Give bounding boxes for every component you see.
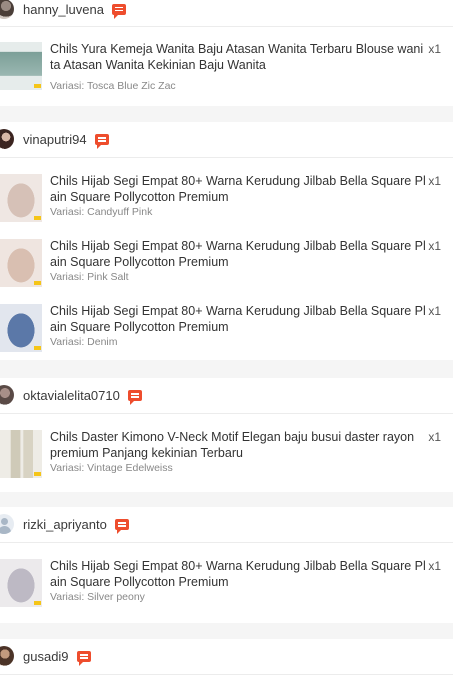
buyer-row: gusadi9	[0, 639, 453, 675]
product-title[interactable]: Chils Hijab Segi Empat 80+ Warna Kerudun…	[50, 239, 430, 270]
buyer-avatar[interactable]	[0, 0, 14, 19]
product-quantity: x1	[428, 239, 441, 253]
product-variant: Variasi: Tosca Blue Zic Zac	[50, 80, 176, 92]
order-card: hanny_luvena Chils Yura Kemeja Wanita Ba…	[0, 0, 453, 106]
product-variant: Variasi: Silver peony	[50, 591, 145, 603]
product-title[interactable]: Chils Daster Kimono V-Neck Motif Elegan …	[50, 430, 430, 461]
buyer-username[interactable]: oktavialelita0710	[23, 389, 120, 402]
product-quantity: x1	[428, 430, 441, 444]
product-row[interactable]: Chils Hijab Segi Empat 80+ Warna Kerudun…	[0, 223, 453, 288]
product-variant: Variasi: Denim	[50, 336, 118, 348]
buyer-row: hanny_luvena	[0, 0, 453, 27]
buyer-username[interactable]: gusadi9	[23, 650, 69, 663]
chat-icon[interactable]	[114, 519, 129, 534]
product-quantity: x1	[428, 174, 441, 188]
buyer-username[interactable]: vinaputri94	[23, 133, 87, 146]
buyer-row: rizki_apriyanto	[0, 507, 453, 543]
product-thumbnail[interactable]	[0, 559, 42, 607]
divider	[0, 360, 453, 378]
order-card: vinaputri94 Chils Hijab Segi Empat 80+ W…	[0, 122, 453, 360]
product-thumbnail[interactable]	[0, 174, 42, 222]
product-quantity: x1	[428, 42, 441, 56]
divider	[0, 492, 453, 507]
order-list: hanny_luvena Chils Yura Kemeja Wanita Ba…	[0, 0, 453, 675]
product-row[interactable]: Chils Hijab Segi Empat 80+ Warna Kerudun…	[0, 288, 453, 360]
buyer-avatar[interactable]	[0, 646, 14, 666]
product-thumbnail[interactable]	[0, 239, 42, 287]
order-card: oktavialelita0710 Chils Daster Kimono V-…	[0, 378, 453, 492]
product-title[interactable]: Chils Hijab Segi Empat 80+ Warna Kerudun…	[50, 559, 430, 590]
buyer-avatar[interactable]	[0, 129, 14, 149]
divider	[0, 106, 453, 122]
product-variant: Variasi: Candyuff Pink	[50, 206, 153, 218]
product-quantity: x1	[428, 304, 441, 318]
order-card: gusadi9	[0, 639, 453, 675]
product-row[interactable]: Chils Hijab Segi Empat 80+ Warna Kerudun…	[0, 543, 453, 623]
order-card: rizki_apriyanto Chils Hijab Segi Empat 8…	[0, 507, 453, 623]
default-avatar-icon[interactable]	[0, 514, 14, 534]
product-row[interactable]: Chils Hijab Segi Empat 80+ Warna Kerudun…	[0, 158, 453, 223]
chat-icon[interactable]	[94, 134, 109, 149]
buyer-avatar[interactable]	[0, 385, 14, 405]
product-title[interactable]: Chils Hijab Segi Empat 80+ Warna Kerudun…	[50, 304, 430, 335]
product-variant: Variasi: Vintage Edelweiss	[50, 462, 173, 474]
product-title[interactable]: Chils Hijab Segi Empat 80+ Warna Kerudun…	[50, 174, 430, 205]
chat-icon[interactable]	[111, 3, 126, 19]
product-variant: Variasi: Pink Salt	[50, 271, 129, 283]
chat-icon[interactable]	[76, 651, 91, 666]
buyer-row: oktavialelita0710	[0, 378, 453, 414]
product-row[interactable]: Chils Yura Kemeja Wanita Baju Atasan Wan…	[0, 27, 453, 106]
product-quantity: x1	[428, 559, 441, 573]
buyer-row: vinaputri94	[0, 122, 453, 158]
divider	[0, 623, 453, 639]
buyer-username[interactable]: hanny_luvena	[23, 3, 104, 16]
product-thumbnail[interactable]	[0, 430, 42, 478]
buyer-username[interactable]: rizki_apriyanto	[23, 518, 107, 531]
product-title[interactable]: Chils Yura Kemeja Wanita Baju Atasan Wan…	[50, 42, 430, 73]
product-thumbnail[interactable]	[0, 304, 42, 352]
product-thumbnail[interactable]	[0, 42, 42, 90]
chat-icon[interactable]	[127, 390, 142, 405]
product-row[interactable]: Chils Daster Kimono V-Neck Motif Elegan …	[0, 414, 453, 492]
